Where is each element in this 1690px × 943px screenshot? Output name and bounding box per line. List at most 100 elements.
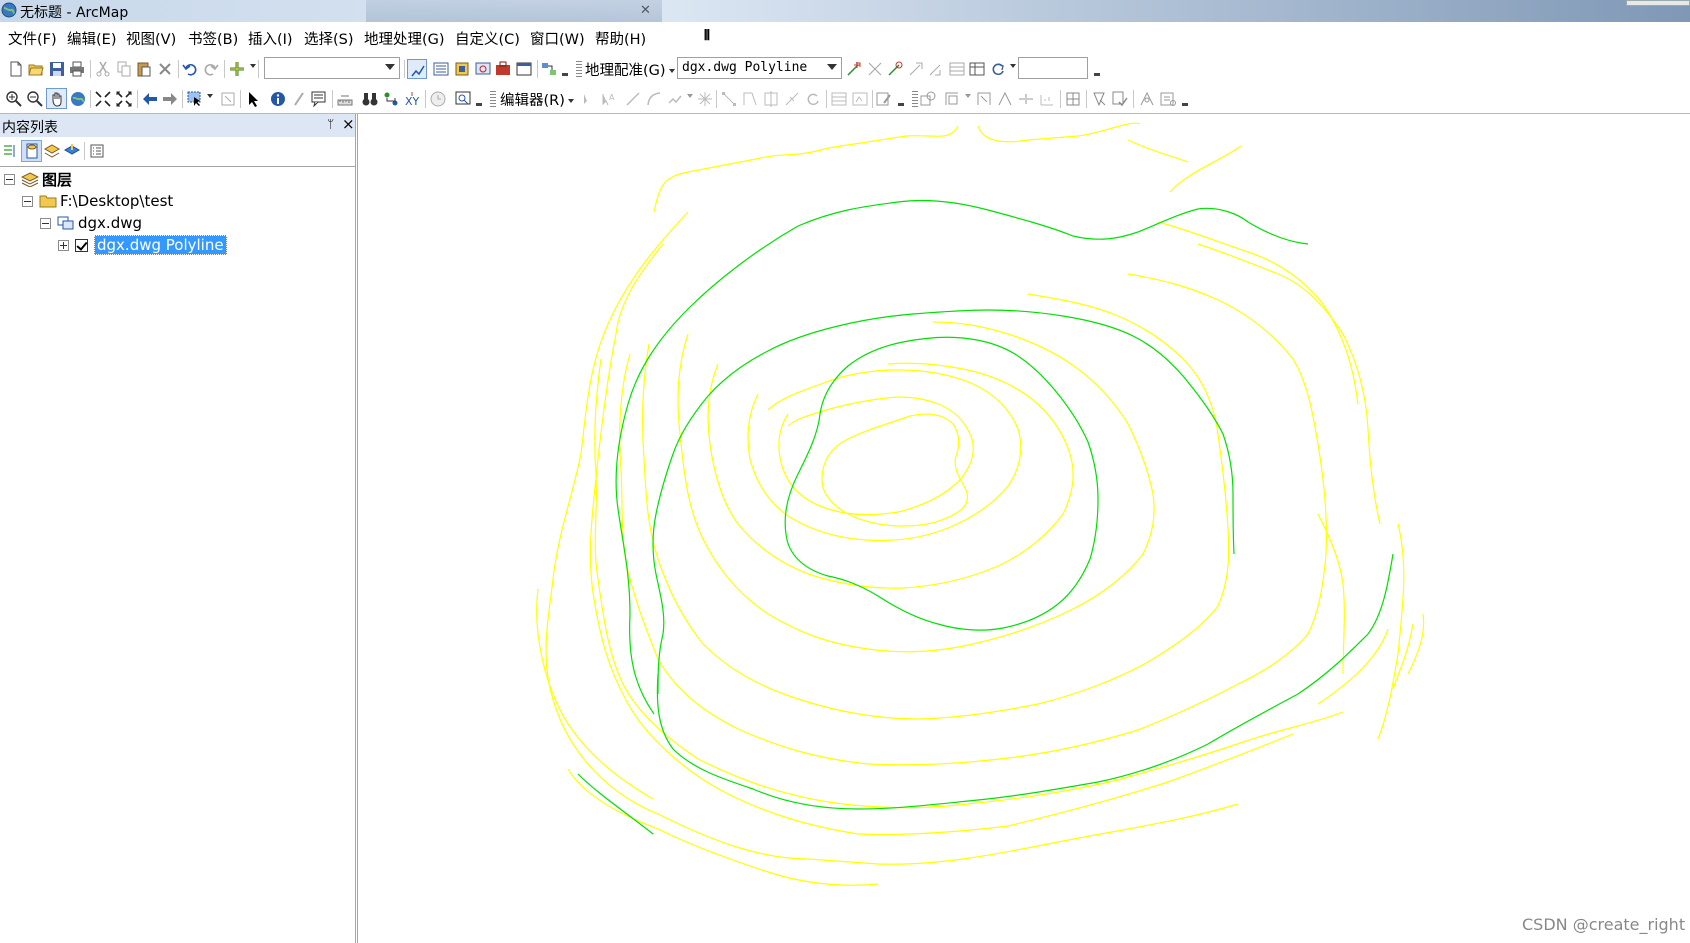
paste-icon[interactable]	[136, 61, 152, 77]
pin-icon[interactable]: ᛘ	[327, 117, 334, 131]
shared-features-icon[interactable]	[1139, 91, 1155, 107]
time-slider-icon[interactable]	[430, 91, 446, 107]
chevron-down-icon[interactable]	[385, 64, 395, 70]
straight-segment-icon[interactable]	[625, 91, 641, 107]
sketch-properties-icon[interactable]	[852, 91, 868, 107]
menu-insert[interactable]: 插入(I)	[248, 28, 293, 49]
create-features-icon[interactable]	[876, 91, 892, 107]
editor-menu[interactable]: 编辑器(R)	[500, 89, 574, 110]
point-icon[interactable]	[697, 91, 713, 107]
find-binoculars-icon[interactable]	[362, 91, 378, 107]
georeferencing-menu[interactable]: 地理配准(G)	[585, 59, 675, 80]
collapse-icon[interactable]	[40, 217, 51, 229]
add-data-icon[interactable]	[229, 61, 245, 77]
collapse-icon[interactable]	[22, 195, 33, 207]
reshape-feature-icon[interactable]	[742, 91, 758, 107]
list-by-visibility-icon[interactable]	[44, 143, 60, 159]
toolbar-options-icon[interactable]	[476, 96, 482, 106]
edit-tool-icon[interactable]	[579, 91, 595, 107]
menu-view[interactable]: 视图(V)	[126, 28, 176, 49]
table-of-contents-icon[interactable]	[433, 61, 449, 77]
shift-icon[interactable]	[928, 61, 944, 77]
menu-grip-icon[interactable]: ⫴	[704, 28, 710, 44]
split-icon[interactable]	[784, 91, 800, 107]
rotate-edit-icon[interactable]	[805, 91, 821, 107]
toolbar-options-icon[interactable]	[562, 66, 568, 76]
toolbar-grip[interactable]	[576, 61, 582, 77]
save-icon[interactable]	[49, 61, 65, 77]
measure-icon[interactable]	[337, 91, 353, 107]
auto-adjust-icon[interactable]	[867, 61, 883, 77]
model-builder-icon[interactable]	[541, 61, 557, 77]
undo-icon[interactable]	[182, 61, 198, 77]
close-icon[interactable]: ×	[342, 115, 355, 133]
tree-layer-label[interactable]: dgx.dwg Polyline	[94, 235, 227, 255]
topology-dropdown[interactable]	[962, 88, 971, 104]
toolbar-options-icon[interactable]	[1182, 96, 1188, 106]
menu-windows[interactable]: 窗口(W)	[530, 28, 585, 49]
fixed-zoom-out-icon[interactable]	[116, 91, 132, 107]
open-folder-icon[interactable]	[28, 61, 44, 77]
topology-edit-icon[interactable]	[976, 91, 992, 107]
menu-customize[interactable]: 自定义(C)	[455, 28, 520, 49]
select-features-icon[interactable]	[187, 91, 203, 107]
pan-hand-icon[interactable]	[46, 88, 67, 109]
reshape-edge-icon[interactable]	[1018, 91, 1034, 107]
list-by-selection-icon[interactable]	[64, 143, 80, 159]
arctoolbox-icon[interactable]	[495, 61, 511, 77]
validate-topology-icon[interactable]	[1065, 91, 1081, 107]
editor-toolbar-icon[interactable]	[407, 59, 427, 79]
rotate-dropdown-icon[interactable]	[990, 61, 1006, 77]
identify-icon[interactable]	[270, 91, 286, 107]
list-by-source-icon[interactable]	[24, 143, 40, 159]
modify-edge-icon[interactable]	[997, 91, 1013, 107]
georef-value-input[interactable]	[1018, 57, 1088, 79]
toolbar-options-icon[interactable]	[898, 96, 904, 106]
hyperlink-icon[interactable]	[291, 91, 307, 107]
topology-properties-icon[interactable]	[1160, 91, 1176, 107]
add-control-points-icon[interactable]	[846, 61, 862, 77]
toolbar-grip[interactable]	[490, 91, 496, 107]
cut-icon[interactable]	[95, 61, 111, 77]
link-points-icon[interactable]	[887, 61, 903, 77]
end-point-arc-icon[interactable]	[646, 91, 662, 107]
cut-polygons-icon[interactable]	[763, 91, 779, 107]
fixed-zoom-in-icon[interactable]	[95, 91, 111, 107]
map-view[interactable]	[357, 114, 1690, 943]
clear-selection-icon[interactable]	[220, 91, 236, 107]
toolbar-grip[interactable]	[912, 91, 918, 107]
find-route-icon[interactable]	[383, 91, 399, 107]
error-inspector-icon[interactable]	[1112, 91, 1128, 107]
fix-topology-icon[interactable]	[1091, 91, 1107, 107]
toolbar-options-icon[interactable]	[1094, 66, 1100, 76]
edit-annotation-icon[interactable]: A	[600, 91, 616, 107]
zoom-out-icon[interactable]	[27, 91, 43, 107]
tree-dataset[interactable]: dgx.dwg	[40, 213, 142, 233]
menu-selection[interactable]: 选择(S)	[304, 28, 354, 49]
edit-vertices-icon[interactable]	[721, 91, 737, 107]
topology-icon[interactable]	[920, 91, 936, 107]
menu-file[interactable]: 文件(F)	[8, 28, 57, 49]
attributes-icon[interactable]	[831, 91, 847, 107]
map-topology-icon[interactable]	[944, 91, 960, 107]
full-extent-globe-icon[interactable]	[70, 91, 86, 107]
back-arrow-icon[interactable]	[142, 91, 158, 107]
html-popup-icon[interactable]	[311, 91, 327, 107]
align-edge-icon[interactable]	[1039, 91, 1055, 107]
go-to-xy-icon[interactable]: XY	[404, 91, 420, 107]
create-viewer-window-icon[interactable]	[455, 91, 471, 107]
tree-folder[interactable]: F:\Desktop\test	[22, 191, 173, 211]
toc-options-icon[interactable]	[89, 143, 105, 159]
forward-arrow-icon[interactable]	[162, 91, 178, 107]
rotate-icon[interactable]	[908, 61, 924, 77]
trace-icon[interactable]	[667, 91, 683, 107]
layer-visibility-checkbox[interactable]	[75, 238, 88, 252]
menu-help[interactable]: 帮助(H)	[595, 28, 646, 49]
select-features-dropdown[interactable]	[204, 88, 213, 104]
new-document-icon[interactable]	[8, 61, 24, 77]
map-scale-combo[interactable]	[264, 57, 400, 79]
tree-root-layers[interactable]: 图层	[4, 169, 72, 189]
rotate-options-dropdown[interactable]	[1007, 58, 1016, 74]
collapse-icon[interactable]	[4, 173, 15, 185]
construction-dropdown[interactable]	[684, 88, 693, 104]
